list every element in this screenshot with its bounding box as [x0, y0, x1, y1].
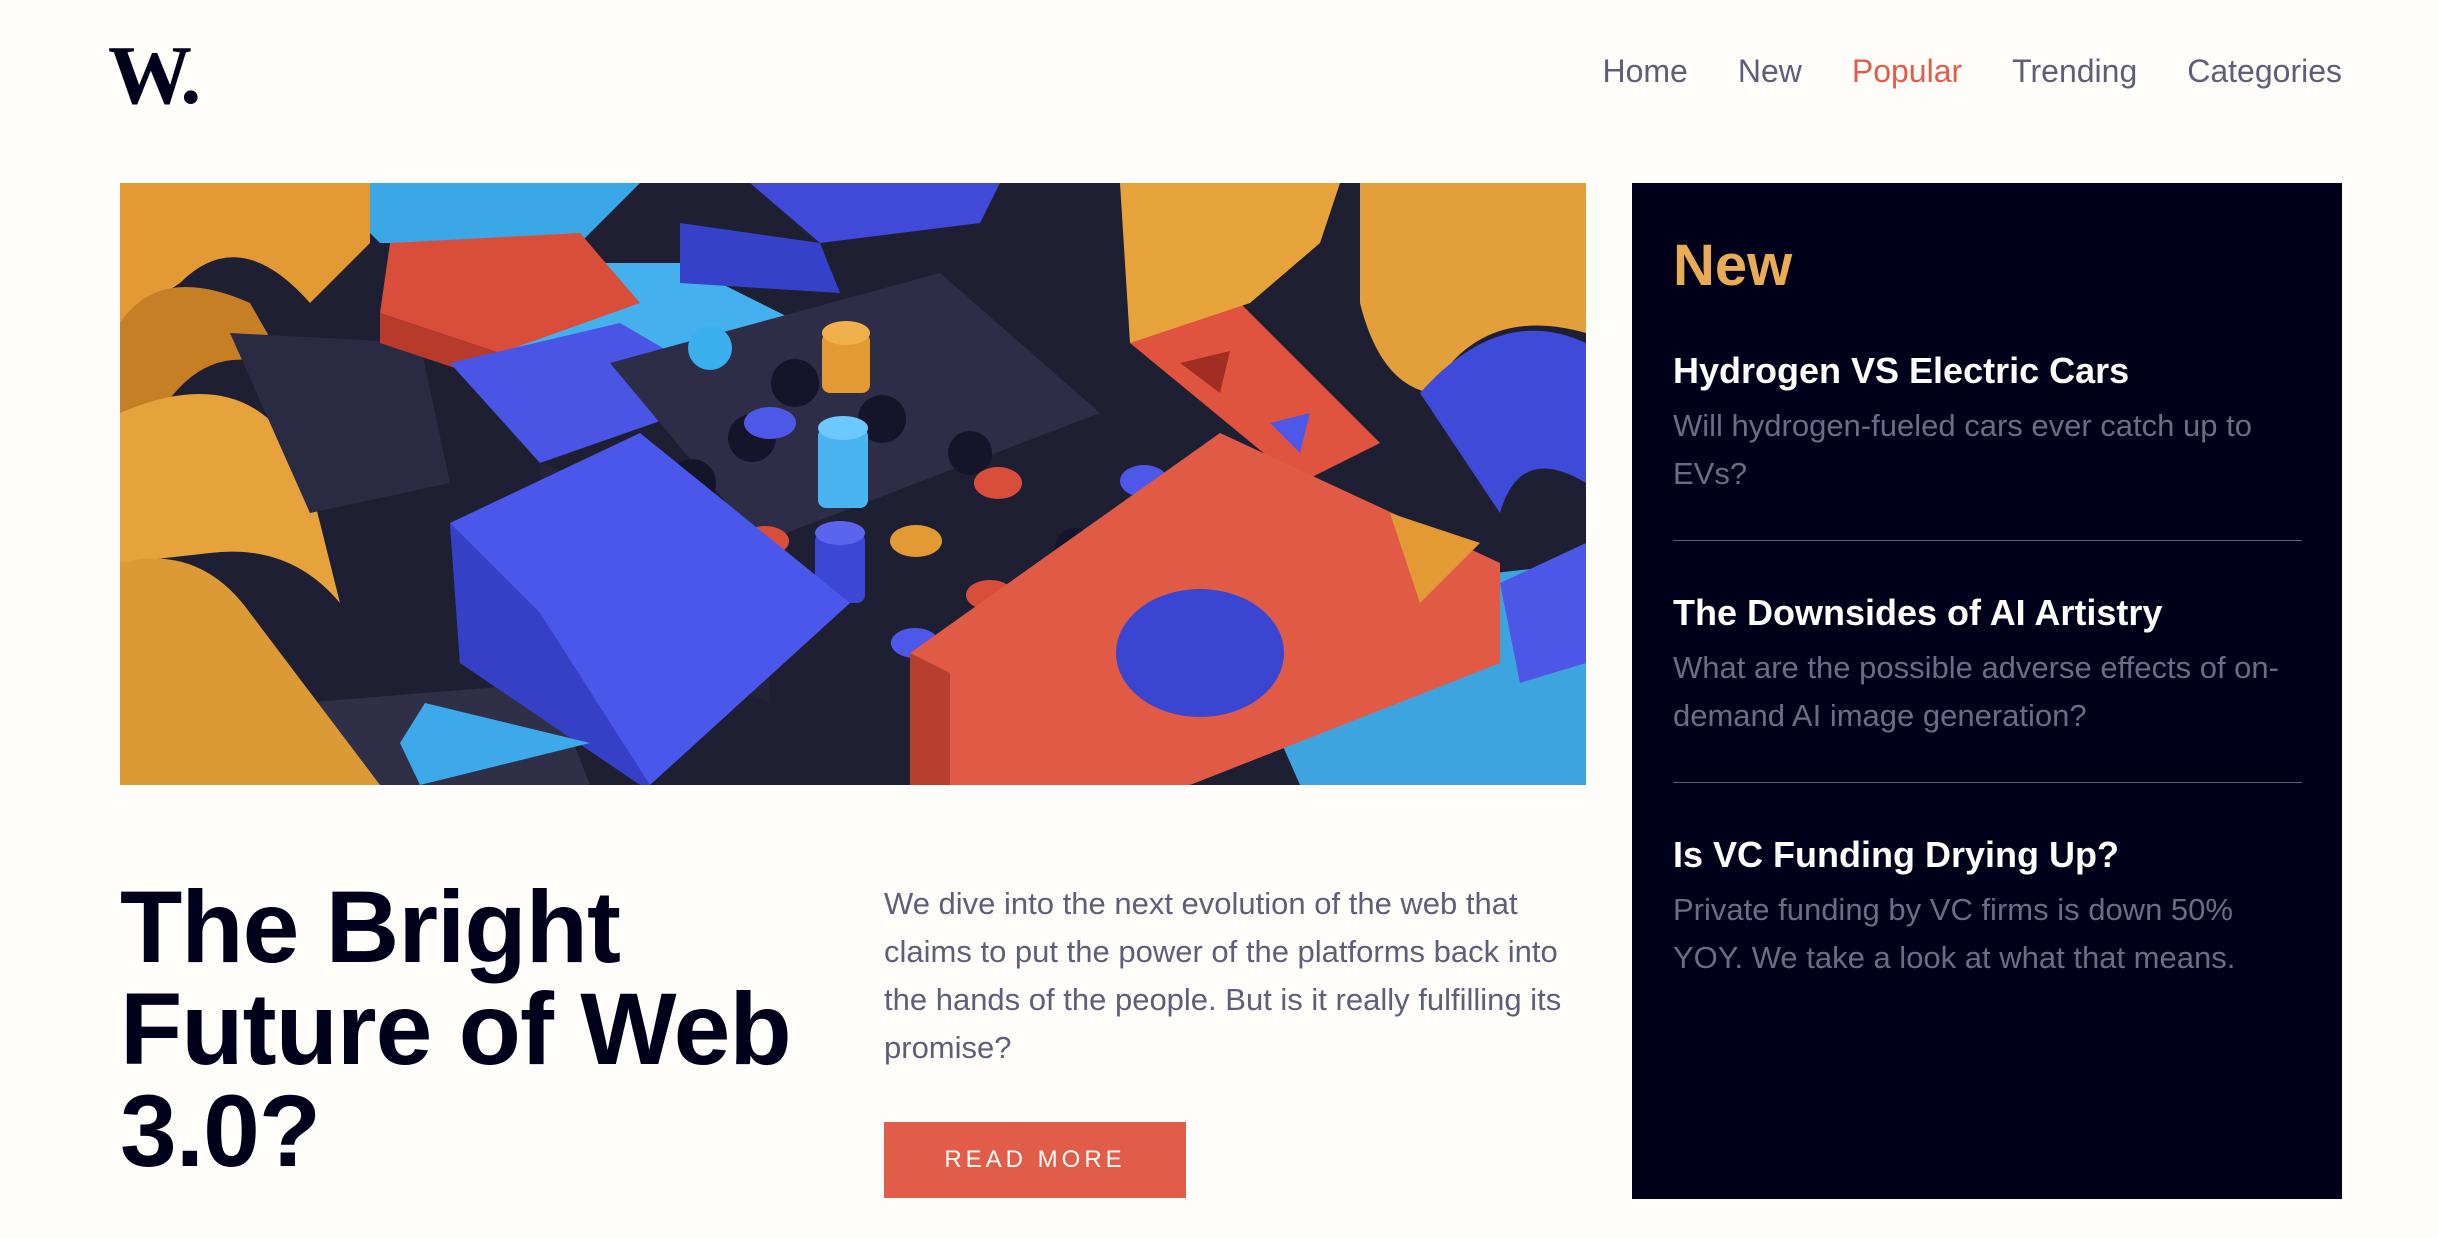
news-item-summary: Will hydrogen-fueled cars ever catch up …: [1673, 407, 2252, 491]
site-logo[interactable]: W.: [108, 34, 201, 118]
news-item-title[interactable]: The Downsides of AI Artistry: [1673, 591, 2302, 634]
nav-trending[interactable]: Trending: [2012, 52, 2137, 90]
news-item: Hydrogen VS Electric Cars Will hydrogen-…: [1673, 349, 2302, 541]
nav-new[interactable]: New: [1738, 52, 1802, 90]
news-item-title[interactable]: Is VC Funding Drying Up?: [1673, 833, 2302, 876]
nav-categories[interactable]: Categories: [2187, 52, 2342, 90]
sidebar-title: New: [1673, 233, 1793, 298]
news-item-summary: What are the possible adverse effects of…: [1673, 649, 2279, 733]
article-headline[interactable]: The Bright Future of Web 3.0?: [120, 876, 840, 1182]
read-more-button[interactable]: READ MORE: [884, 1122, 1186, 1198]
blocks-illustration: [120, 183, 1586, 785]
main-nav: Home New Popular Trending Categories: [1602, 52, 2342, 90]
news-item-title[interactable]: Hydrogen VS Electric Cars: [1673, 349, 2302, 392]
nav-home[interactable]: Home: [1602, 52, 1687, 90]
article-intro: We dive into the next evolution of the w…: [884, 886, 1562, 1065]
page: W. Home New Popular Trending Categories: [0, 0, 2438, 1238]
hero-image: [120, 183, 1586, 785]
news-item: Is VC Funding Drying Up? Private funding…: [1673, 833, 2302, 1024]
new-articles-sidebar: New Hydrogen VS Electric Cars Will hydro…: [1632, 183, 2342, 1199]
nav-popular[interactable]: Popular: [1852, 52, 1962, 90]
news-item-summary: Private funding by VC firms is down 50% …: [1673, 892, 2236, 976]
news-item: The Downsides of AI Artistry What are th…: [1673, 591, 2302, 783]
